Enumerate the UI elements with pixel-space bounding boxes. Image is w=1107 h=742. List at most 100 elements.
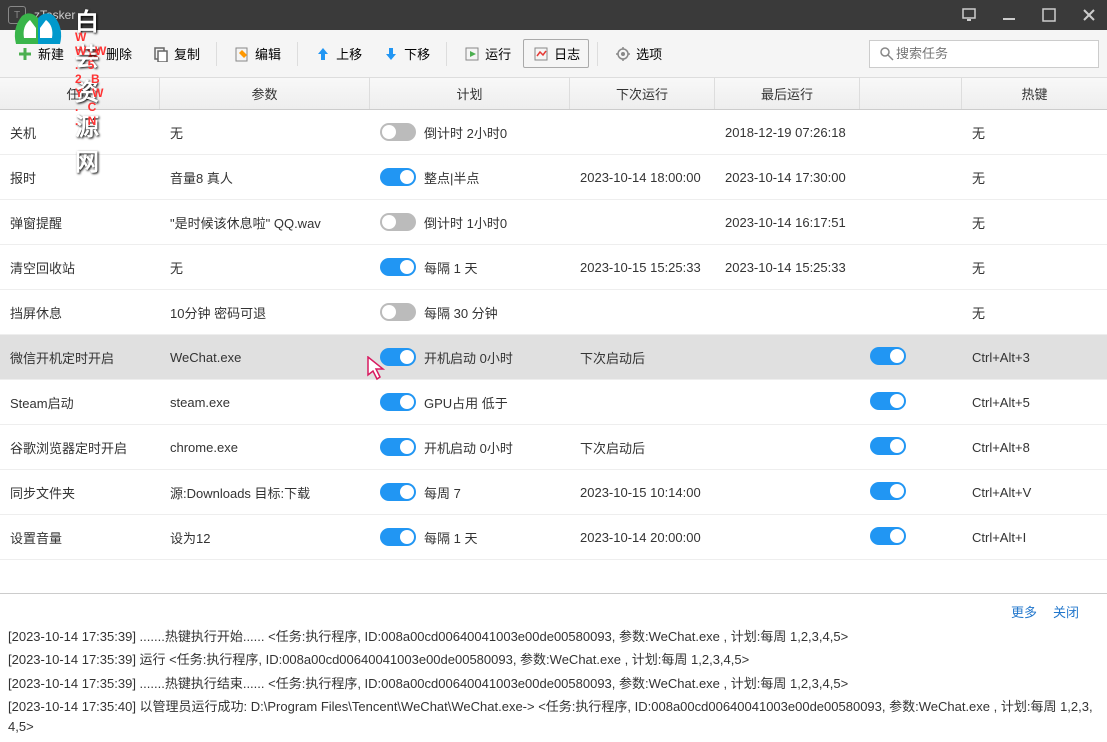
log-close-link[interactable]: 关闭	[1053, 602, 1079, 621]
cell-hotkey: Ctrl+Alt+8	[962, 440, 1107, 455]
cell-last: 2023-10-14 15:25:33	[715, 260, 860, 275]
plan-toggle[interactable]	[380, 438, 416, 456]
cell-hk-toggle	[860, 482, 962, 503]
log-line: [2023-10-14 17:35:39] 运行 <任务:执行程序, ID:00…	[4, 648, 1103, 672]
cell-next: 2023-10-15 15:25:33	[570, 260, 715, 275]
copy-button[interactable]: 复制	[144, 40, 208, 67]
plan-toggle[interactable]	[380, 483, 416, 501]
search-input[interactable]	[896, 46, 1090, 61]
cell-next: 2023-10-14 18:00:00	[570, 170, 715, 185]
search-icon	[878, 45, 896, 63]
plan-toggle[interactable]	[380, 123, 416, 141]
cell-task: 报时	[0, 168, 160, 187]
close-button[interactable]	[1079, 5, 1099, 25]
table-header: 任务 参数 计划 下次运行 最后运行 热键	[0, 78, 1107, 110]
cell-hk-toggle	[860, 392, 962, 413]
cell-param: 无	[160, 123, 370, 142]
cell-task: 同步文件夹	[0, 483, 160, 502]
cell-next: 2023-10-15 10:14:00	[570, 485, 715, 500]
cell-hotkey: 无	[962, 123, 1107, 142]
cell-plan: 每隔 30 分钟	[370, 303, 570, 322]
play-icon	[463, 45, 481, 63]
cell-hk-toggle	[860, 347, 962, 368]
copy-icon	[152, 45, 170, 63]
cell-next: 下次启动后	[570, 438, 715, 457]
hotkey-toggle[interactable]	[870, 347, 906, 365]
cell-task: 设置音量	[0, 528, 160, 547]
toolbar: 新建 删除 复制 编辑 上移 下移 运行 日志 选项	[0, 30, 1107, 78]
search-box[interactable]	[869, 40, 1099, 68]
table-row[interactable]: 同步文件夹 源:Downloads 目标:下载 每周 7 2023-10-15 …	[0, 470, 1107, 515]
hotkey-toggle[interactable]	[870, 482, 906, 500]
x-icon	[84, 45, 102, 63]
table-row[interactable]: 报时 音量8 真人 整点|半点 2023-10-14 18:00:00 2023…	[0, 155, 1107, 200]
cell-hotkey: 无	[962, 258, 1107, 277]
new-button[interactable]: 新建	[8, 40, 72, 67]
cell-param: "是时候该休息啦" QQ.wav	[160, 213, 370, 232]
th-plan[interactable]: 计划	[370, 78, 570, 109]
cell-plan: 开机启动 0小时	[370, 438, 570, 457]
cell-hotkey: 无	[962, 168, 1107, 187]
log-more-link[interactable]: 更多	[1011, 602, 1037, 621]
cell-param: WeChat.exe	[160, 350, 370, 365]
th-task[interactable]: 任务	[0, 78, 160, 109]
log-line: [2023-10-14 17:35:39] .......热键执行开始.....…	[4, 625, 1103, 649]
plan-toggle[interactable]	[380, 303, 416, 321]
th-param[interactable]: 参数	[160, 78, 370, 109]
table-row[interactable]: Steam启动 steam.exe GPU占用 低于 Ctrl+Alt+5	[0, 380, 1107, 425]
cell-plan: GPU占用 低于	[370, 393, 570, 412]
table-row[interactable]: 挡屏休息 10分钟 密码可退 每隔 30 分钟 无	[0, 290, 1107, 335]
maximize-button[interactable]	[1039, 5, 1059, 25]
cell-task: 挡屏休息	[0, 303, 160, 322]
cell-task: 弹窗提醒	[0, 213, 160, 232]
plan-toggle[interactable]	[380, 213, 416, 231]
cell-task: 清空回收站	[0, 258, 160, 277]
table-row[interactable]: 清空回收站 无 每隔 1 天 2023-10-15 15:25:33 2023-…	[0, 245, 1107, 290]
cell-hk-toggle	[860, 437, 962, 458]
log-line: [2023-10-14 17:35:39] .......热键执行结束.....…	[4, 672, 1103, 696]
cell-param: steam.exe	[160, 395, 370, 410]
th-next[interactable]: 下次运行	[570, 78, 715, 109]
table-row[interactable]: 关机 无 倒计时 2小时0 2018-12-19 07:26:18 无	[0, 110, 1107, 155]
hotkey-toggle[interactable]	[870, 437, 906, 455]
log-button[interactable]: 日志	[523, 39, 589, 68]
th-hotkey-toggle[interactable]	[860, 78, 962, 109]
cell-param: 设为12	[160, 528, 370, 547]
hotkey-toggle[interactable]	[870, 527, 906, 545]
cell-hotkey: 无	[962, 213, 1107, 232]
th-last[interactable]: 最后运行	[715, 78, 860, 109]
plan-toggle[interactable]	[380, 168, 416, 186]
cell-last: 2018-12-19 07:26:18	[715, 125, 860, 140]
cell-hotkey: Ctrl+Alt+I	[962, 530, 1107, 545]
minimize-button[interactable]	[999, 5, 1019, 25]
plan-toggle[interactable]	[380, 528, 416, 546]
pencil-icon	[233, 45, 251, 63]
arrow-up-icon	[314, 45, 332, 63]
cell-next: 2023-10-14 20:00:00	[570, 530, 715, 545]
hotkey-toggle[interactable]	[870, 392, 906, 410]
movedown-button[interactable]: 下移	[374, 40, 438, 67]
run-button[interactable]: 运行	[455, 40, 519, 67]
cell-plan: 每周 7	[370, 483, 570, 502]
plan-toggle[interactable]	[380, 393, 416, 411]
moveup-button[interactable]: 上移	[306, 40, 370, 67]
cell-hotkey: Ctrl+Alt+3	[962, 350, 1107, 365]
plan-toggle[interactable]	[380, 258, 416, 276]
table-row[interactable]: 弹窗提醒 "是时候该休息啦" QQ.wav 倒计时 1小时0 2023-10-1…	[0, 200, 1107, 245]
th-hotkey[interactable]: 热键	[962, 78, 1107, 109]
edit-button[interactable]: 编辑	[225, 40, 289, 67]
table-row[interactable]: 谷歌浏览器定时开启 chrome.exe 开机启动 0小时 下次启动后 Ctrl…	[0, 425, 1107, 470]
cell-param: 无	[160, 258, 370, 277]
plan-toggle[interactable]	[380, 348, 416, 366]
cell-plan: 倒计时 2小时0	[370, 123, 570, 142]
cell-hotkey: Ctrl+Alt+5	[962, 395, 1107, 410]
log-icon	[532, 45, 550, 63]
table-row[interactable]: 设置音量 设为12 每隔 1 天 2023-10-14 20:00:00 Ctr…	[0, 515, 1107, 560]
cell-hk-toggle	[860, 527, 962, 548]
cell-param: 10分钟 密码可退	[160, 303, 370, 322]
delete-button[interactable]: 删除	[76, 40, 140, 67]
table-row[interactable]: 微信开机定时开启 WeChat.exe 开机启动 0小时 下次启动后 Ctrl+…	[0, 335, 1107, 380]
options-button[interactable]: 选项	[606, 40, 670, 67]
cell-hotkey: Ctrl+Alt+V	[962, 485, 1107, 500]
window-tray-button[interactable]	[959, 5, 979, 25]
